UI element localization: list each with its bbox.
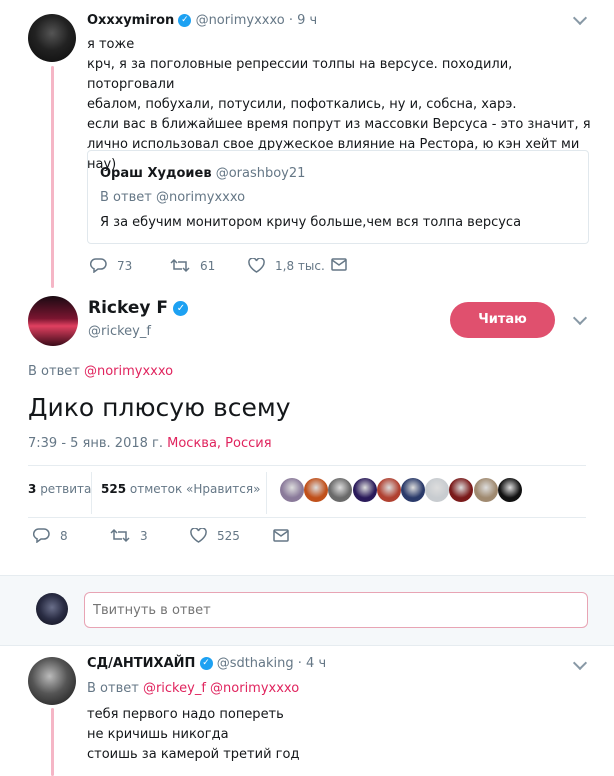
tweet3-chevron-down-icon[interactable] bbox=[572, 655, 588, 671]
main-reply-count: 8 bbox=[60, 528, 68, 543]
reply-input[interactable] bbox=[84, 592, 588, 628]
main-timestamp-row: 7:39 - 5 янв. 2018 г. Москва, Россия bbox=[28, 436, 272, 451]
tweet1-line: я тоже bbox=[87, 37, 135, 52]
thread-line-top bbox=[51, 66, 54, 288]
tweet1-chevron-down-icon[interactable] bbox=[572, 10, 588, 26]
main-like-button[interactable]: 525 bbox=[190, 528, 240, 543]
follow-button[interactable]: Читаю bbox=[450, 302, 555, 338]
quote-header: Ораш Худоиев @orashboy21 bbox=[100, 166, 305, 181]
main-retweet-button[interactable]: 3 bbox=[110, 528, 148, 543]
quote-reply-prefix: В ответ bbox=[100, 190, 152, 205]
main-text: Дико плюсую всему bbox=[28, 393, 291, 422]
divider bbox=[0, 575, 614, 576]
heart-icon bbox=[190, 528, 207, 543]
liker-avatar[interactable] bbox=[497, 478, 522, 502]
divider bbox=[28, 465, 586, 466]
quote-reply-handle: @norimyxxxo bbox=[155, 190, 246, 205]
main-author-name[interactable]: Rickey F bbox=[88, 298, 168, 318]
tweet1-handle[interactable]: @norimyxxxo bbox=[196, 13, 285, 28]
main-chevron-down-icon[interactable] bbox=[572, 310, 588, 326]
quote-reply-to: В ответ @norimyxxxo bbox=[100, 190, 245, 205]
main-handle[interactable]: @rickey_f bbox=[88, 324, 151, 339]
quote-author-name: Ораш Худоиев bbox=[100, 166, 212, 181]
avatar-oxxxymiron[interactable] bbox=[28, 14, 76, 62]
stat-separator bbox=[91, 472, 92, 514]
tweet3-line: стоишь за камерой третий год bbox=[87, 747, 300, 762]
tweet1-header: Oxxxymiron ✓ @norimyxxxo · 9 ч bbox=[87, 13, 317, 28]
tweet3-handle[interactable]: @sdthaking bbox=[217, 656, 294, 671]
liker-avatar[interactable] bbox=[352, 478, 377, 502]
liker-avatar[interactable] bbox=[304, 478, 329, 502]
liker-avatar[interactable] bbox=[473, 478, 498, 502]
main-reply-to: В ответ @norimyxxxo bbox=[28, 364, 173, 379]
tweet1-retweet-button[interactable]: 61 bbox=[170, 258, 215, 273]
envelope-icon bbox=[273, 529, 289, 542]
tweet1-dm-button[interactable] bbox=[331, 258, 357, 271]
quote-text: Я за ебучим монитором кричу больше,чем в… bbox=[100, 215, 522, 230]
tweet1-like-count: 1,8 тыс. bbox=[275, 258, 325, 273]
liker-avatar[interactable] bbox=[328, 478, 353, 502]
tweet3-time[interactable]: · 4 ч bbox=[298, 656, 326, 671]
main-reply-prefix: В ответ bbox=[28, 364, 80, 379]
retweet-icon bbox=[110, 528, 130, 543]
main-retweets-count: 3 bbox=[28, 482, 37, 496]
tweet3-line: не кричишь никогда bbox=[87, 727, 229, 742]
tweet1-like-button[interactable]: 1,8 тыс. bbox=[248, 258, 325, 273]
liker-avatar[interactable] bbox=[280, 478, 304, 502]
tweet3-header: СД/АНТИХАЙП ✓ @sdthaking · 4 ч bbox=[87, 656, 326, 671]
tweet3-author-name[interactable]: СД/АНТИХАЙП bbox=[87, 656, 195, 671]
tweet3-body: тебя первого надо попереть не кричишь ни… bbox=[87, 705, 299, 765]
tweet1-time[interactable]: · 9 ч bbox=[289, 13, 317, 28]
reply-icon bbox=[33, 528, 50, 543]
avatar-sd-antihype[interactable] bbox=[28, 657, 76, 705]
stat-separator bbox=[266, 472, 267, 514]
liker-avatar[interactable] bbox=[376, 478, 401, 502]
tweet1-line: если вас в ближайшее время попрут из мас… bbox=[87, 117, 591, 132]
quote-handle: @orashboy21 bbox=[215, 166, 306, 181]
main-dm-button[interactable] bbox=[273, 529, 299, 542]
main-author: Rickey F ✓ bbox=[88, 298, 189, 318]
liker-avatar[interactable] bbox=[401, 478, 425, 502]
tweet1-line: крч, я за поголовные репрессии толпы на … bbox=[87, 57, 513, 92]
current-user-avatar bbox=[36, 593, 68, 625]
heart-icon bbox=[248, 258, 265, 273]
tweet3-reply-handle-2[interactable]: @norimyxxxo bbox=[210, 681, 299, 696]
tweet3-reply-to: В ответ @rickey_f @norimyxxxo bbox=[87, 681, 299, 696]
quoted-tweet[interactable]: Ораш Худоиев @orashboy21 В ответ @norimy… bbox=[87, 150, 589, 244]
avatar-rickey[interactable] bbox=[28, 296, 78, 346]
tweet1-reply-count: 73 bbox=[117, 258, 133, 273]
verified-icon: ✓ bbox=[173, 300, 189, 316]
main-reply-handle[interactable]: @norimyxxxo bbox=[84, 364, 173, 379]
tweet3-line: тебя первого надо попереть bbox=[87, 707, 284, 722]
main-likes-count: 525 bbox=[101, 482, 127, 496]
main-reply-button[interactable]: 8 bbox=[33, 528, 68, 543]
tweet3-reply-prefix: В ответ bbox=[87, 681, 139, 696]
verified-icon: ✓ bbox=[199, 657, 213, 670]
main-time[interactable]: 7:39 - 5 янв. 2018 г. bbox=[28, 436, 163, 451]
retweet-icon bbox=[170, 258, 190, 273]
envelope-icon bbox=[331, 258, 347, 271]
main-retweets-stat[interactable]: 3 ретвита bbox=[28, 482, 91, 496]
reply-icon bbox=[90, 258, 107, 273]
main-like-count: 525 bbox=[217, 528, 240, 543]
main-retweets-label: ретвита bbox=[40, 482, 92, 496]
liker-avatar[interactable] bbox=[425, 478, 450, 502]
main-retweet-count: 3 bbox=[140, 528, 148, 543]
tweet3-reply-handle-1[interactable]: @rickey_f bbox=[143, 681, 206, 696]
main-location[interactable]: Москва, Россия bbox=[167, 436, 271, 451]
tweet1-author-name[interactable]: Oxxxymiron bbox=[87, 13, 174, 28]
verified-icon: ✓ bbox=[178, 14, 192, 27]
tweet1-reply-button[interactable]: 73 bbox=[90, 258, 132, 273]
divider bbox=[28, 517, 586, 518]
liker-avatar[interactable] bbox=[449, 478, 474, 502]
divider bbox=[0, 645, 614, 646]
main-likes-stat[interactable]: 525 отметок «Нравится» bbox=[101, 482, 260, 496]
tweet1-line: ебалом, побухали, потусили, пофоткались,… bbox=[87, 97, 517, 112]
thread-line-bottom bbox=[51, 708, 54, 776]
main-likes-label: отметок «Нравится» bbox=[129, 482, 261, 496]
tweet1-retweet-count: 61 bbox=[200, 258, 216, 273]
